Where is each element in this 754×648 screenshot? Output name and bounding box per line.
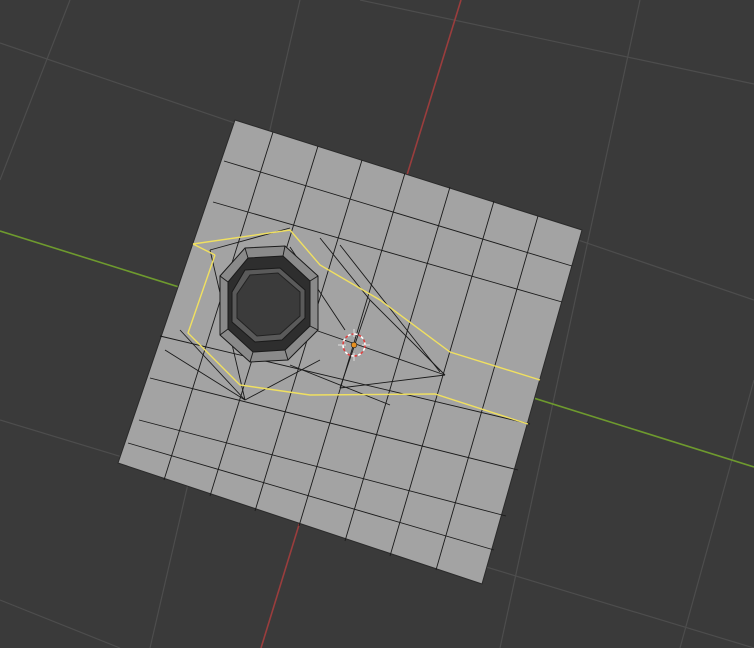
viewport-canvas[interactable] bbox=[0, 0, 754, 648]
3d-viewport[interactable] bbox=[0, 0, 754, 648]
hole[interactable] bbox=[219, 245, 319, 363]
